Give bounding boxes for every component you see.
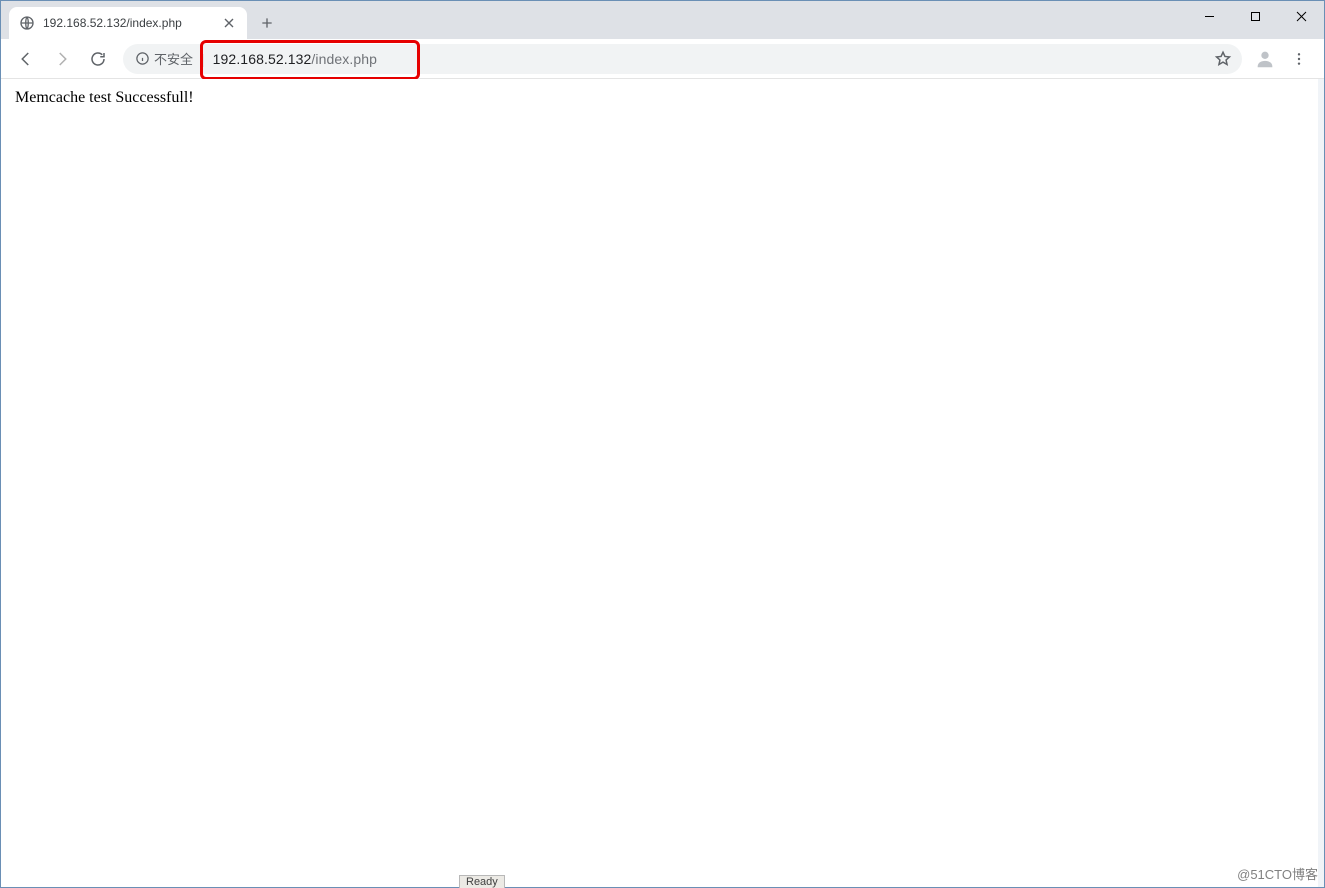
url-path: /index.php [311, 51, 377, 67]
watermark-text: @51CTO博客 [1237, 864, 1318, 883]
window-close-button[interactable] [1278, 1, 1324, 31]
nav-bar: 不安全 | 192.168.52.132/index.php [1, 39, 1324, 79]
right-edge-strip [1318, 79, 1324, 887]
kebab-menu-icon[interactable] [1282, 44, 1316, 74]
address-bar[interactable]: 不安全 | 192.168.52.132/index.php [123, 44, 1242, 74]
new-tab-button[interactable] [253, 9, 281, 37]
info-icon [135, 51, 150, 66]
tab-title: 192.168.52.132/index.php [43, 16, 213, 30]
window-maximize-button[interactable] [1232, 1, 1278, 31]
forward-button[interactable] [45, 44, 79, 74]
browser-tab[interactable]: 192.168.52.132/index.php [9, 7, 247, 39]
page-body-text: Memcache test Successfull! [15, 89, 194, 106]
back-button[interactable] [9, 44, 43, 74]
insecure-label: 不安全 [154, 49, 193, 68]
page-content: Memcache test Successfull! [1, 79, 1324, 887]
reload-button[interactable] [81, 44, 115, 74]
profile-avatar-icon[interactable] [1250, 44, 1280, 74]
window-minimize-button[interactable] [1186, 1, 1232, 31]
tab-strip: 192.168.52.132/index.php [1, 1, 1324, 39]
url-host: 192.168.52.132 [213, 51, 312, 67]
globe-icon [19, 15, 35, 31]
window-controls [1186, 1, 1324, 31]
bookmark-star-icon[interactable] [1214, 50, 1232, 68]
insecure-indicator[interactable]: 不安全 [135, 49, 193, 68]
status-bar-fragment: Ready [459, 875, 505, 888]
url-text: 192.168.52.132/index.php [213, 51, 377, 67]
close-tab-icon[interactable] [221, 15, 237, 31]
